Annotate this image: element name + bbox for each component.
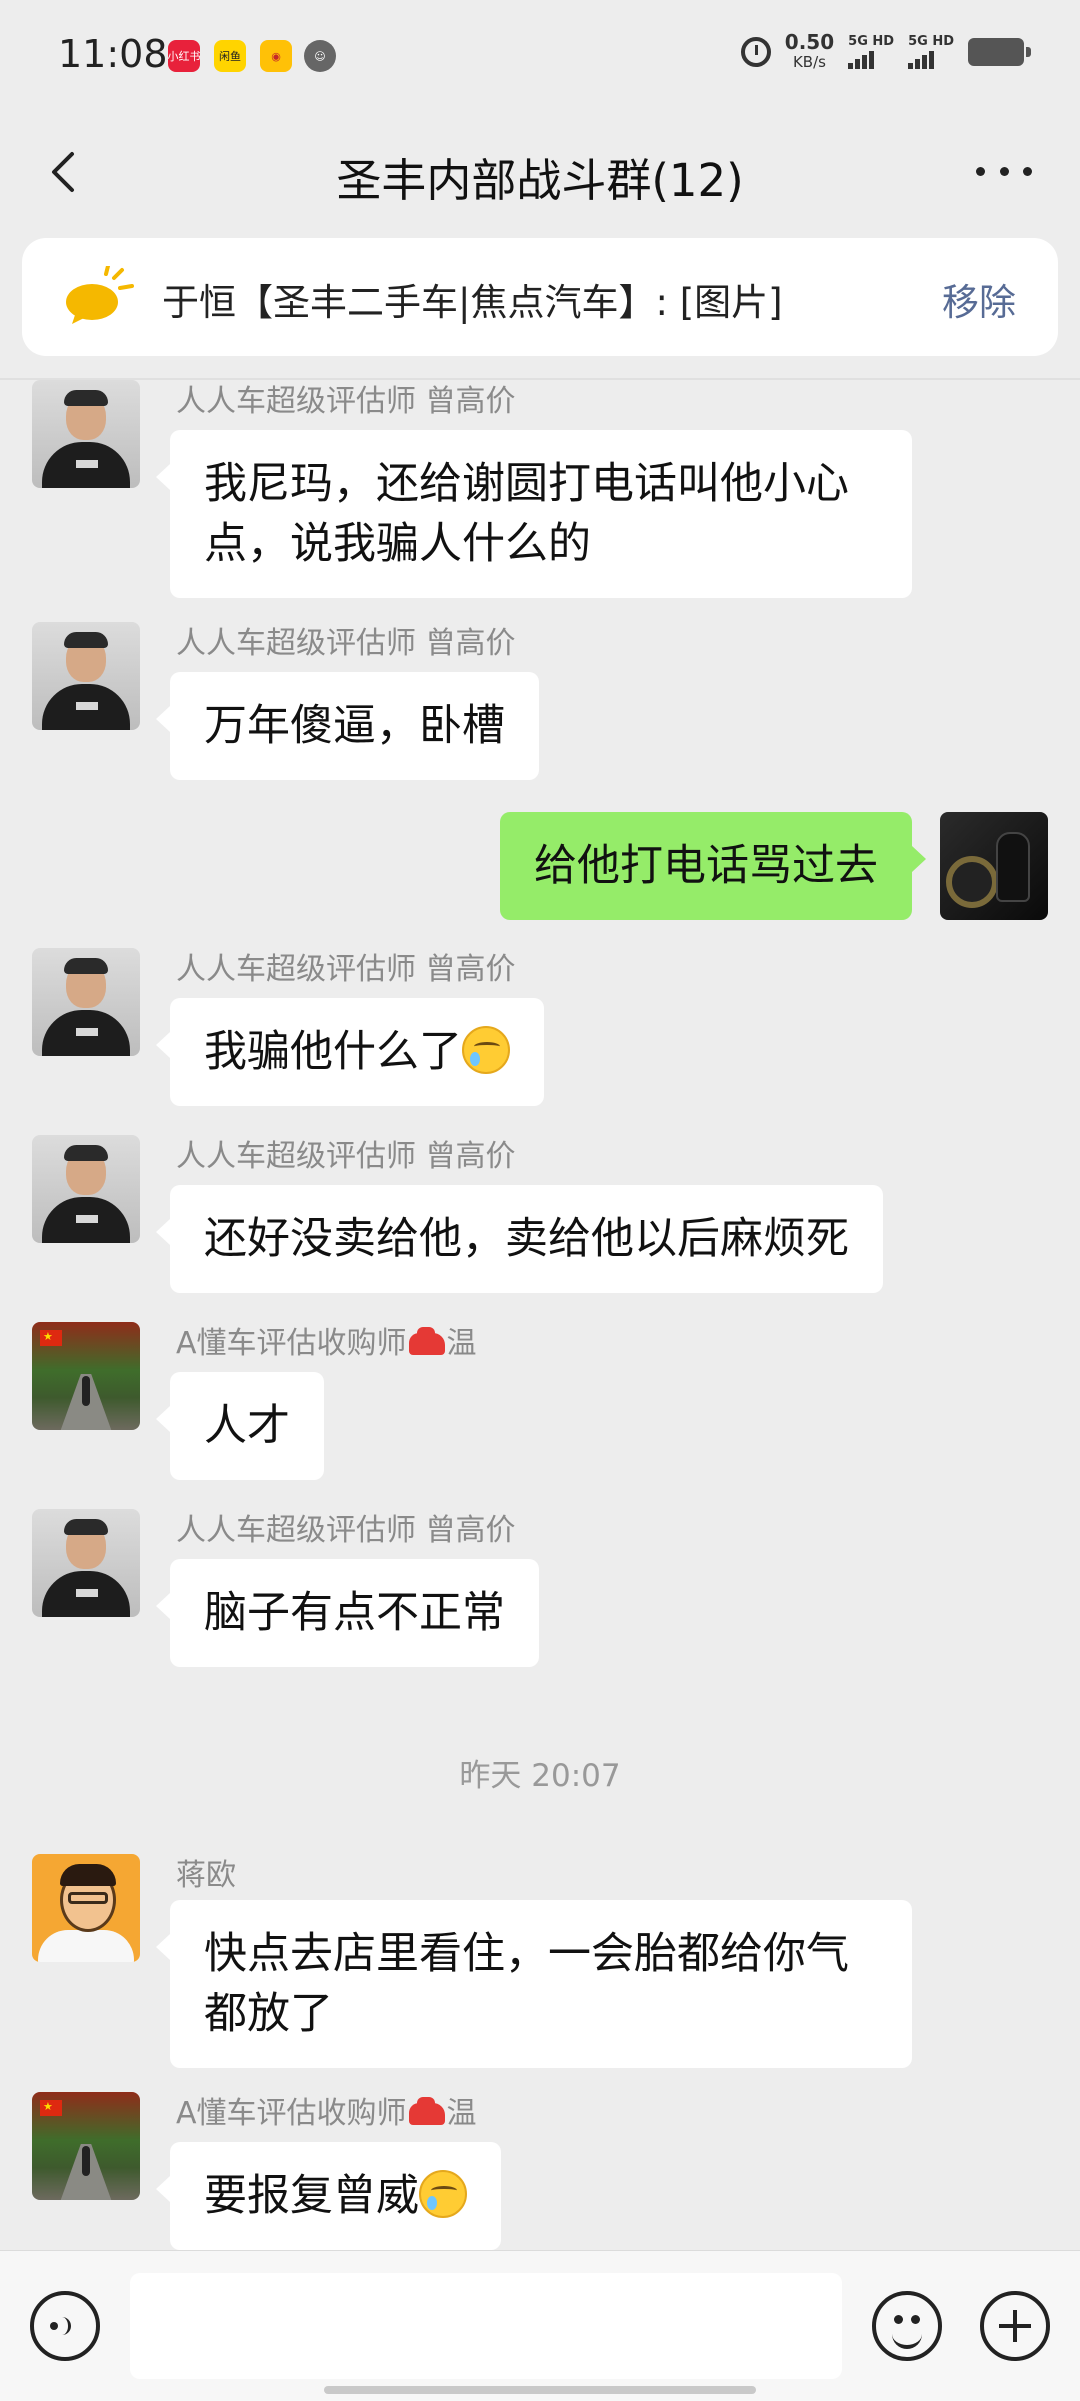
signal-bars-icon: [848, 49, 875, 69]
emoji-icon[interactable]: [872, 2291, 942, 2361]
message-bubble-outgoing[interactable]: 给他打电话骂过去: [500, 812, 926, 920]
bell-icon: [66, 266, 134, 324]
message-list[interactable]: 人人车超级评估师 曾高价 我尼玛，还给谢圆打电话叫他小心点，说我骗人什么的 人人…: [0, 380, 1080, 2250]
message-input[interactable]: [130, 2273, 842, 2379]
message-bubble[interactable]: 万年傻逼，卧槽: [156, 672, 539, 780]
sender-name: 人人车超级评估师 曾高价: [176, 1139, 516, 1174]
sender-name: 人人车超级评估师 曾高价: [176, 1513, 516, 1548]
message-bubble[interactable]: 我尼玛，还给谢圆打电话叫他小心点，说我骗人什么的: [156, 430, 912, 598]
chat-title: 圣丰内部战斗群(12): [336, 154, 744, 207]
status-right: 0.50 KB/s 5G HD 5G HD: [740, 30, 1031, 72]
avatar[interactable]: [32, 1135, 140, 1243]
message-bubble[interactable]: 脑子有点不正常: [156, 1559, 539, 1667]
signal-bars-icon: [908, 49, 935, 69]
voice-icon[interactable]: [30, 2291, 100, 2361]
avatar[interactable]: [32, 622, 140, 730]
avatar[interactable]: [32, 1854, 140, 1962]
net-speed: 0.50 KB/s: [784, 30, 835, 71]
timestamp: 昨天 20:07: [459, 1758, 621, 1794]
input-bar: [0, 2250, 1080, 2401]
sender-name: 蒋欧: [176, 1858, 236, 1893]
alarm-icon: [740, 37, 771, 67]
sender-name: 人人车超级评估师 曾高价: [176, 384, 516, 419]
app-icon: ☺: [304, 40, 336, 72]
sender-name: 人人车超级评估师 曾高价: [176, 626, 516, 661]
pinned-notice[interactable]: 于恒【圣丰二手车|焦点汽车】: [图片] 移除: [22, 238, 1058, 356]
message-bubble[interactable]: 快点去店里看住，一会胎都给你气都放了: [156, 1900, 912, 2068]
signal-sim1: 5G HD: [848, 35, 894, 69]
more-icon[interactable]: [976, 156, 1032, 186]
xianyu-app-icon: 闲鱼: [214, 40, 246, 72]
message-bubble[interactable]: 要报复曾威: [156, 2142, 501, 2250]
sender-name: A懂车评估收购师温: [176, 1326, 477, 1361]
avatar[interactable]: ★: [32, 1322, 140, 1430]
signal-sim2: 5G HD: [908, 35, 954, 69]
my-avatar[interactable]: [940, 812, 1048, 920]
message-bubble[interactable]: 还好没卖给他，卖给他以后麻烦死: [156, 1185, 883, 1293]
car-emoji: [408, 1327, 445, 1355]
message-bubble[interactable]: 人才: [156, 1372, 324, 1480]
battery-icon: [968, 38, 1031, 66]
remove-pinned-button[interactable]: 移除: [942, 272, 1016, 326]
status-bar: 11:08 小红书 闲鱼 ◉ ☺ 0.50 KB/s 5G HD 5G HD: [0, 0, 1080, 112]
sender-name: A懂车评估收购师温: [176, 2096, 477, 2131]
avatar[interactable]: [32, 380, 140, 488]
sender-name: 人人车超级评估师 曾高价: [176, 952, 516, 987]
crying-emoji: [462, 1026, 510, 1074]
status-time: 11:08: [58, 32, 168, 76]
chat-header: 圣丰内部战斗群(12): [0, 112, 1080, 232]
weibo-app-icon: ◉: [260, 40, 292, 72]
home-indicator[interactable]: [324, 2386, 756, 2394]
pinned-text: 于恒【圣丰二手车|焦点汽车】: [图片]: [162, 281, 783, 324]
avatar[interactable]: [32, 948, 140, 1056]
plus-icon[interactable]: [980, 2291, 1050, 2361]
avatar[interactable]: [32, 1509, 140, 1617]
xiaohongshu-app-icon: 小红书: [168, 40, 200, 72]
avatar[interactable]: ★: [32, 2092, 140, 2200]
message-bubble[interactable]: 我骗他什么了: [156, 998, 544, 1106]
crying-emoji: [419, 2170, 467, 2218]
car-emoji: [408, 2097, 445, 2125]
